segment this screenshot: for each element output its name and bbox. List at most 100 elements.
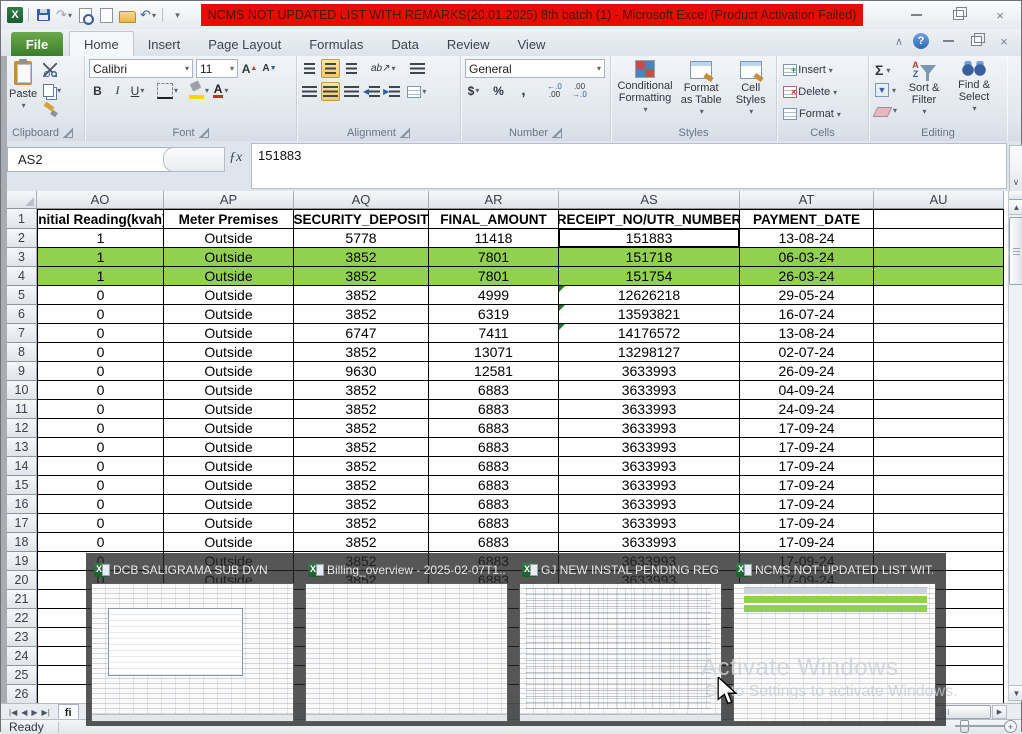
- cell-AQ14[interactable]: 3852: [294, 457, 429, 476]
- cell-AU7[interactable]: [874, 324, 1004, 343]
- col-header-AQ[interactable]: AQ: [294, 191, 429, 209]
- cell-AQ7[interactable]: 6747: [294, 324, 429, 343]
- col-header-AS[interactable]: AS: [559, 191, 740, 209]
- cell-AR4[interactable]: 7801: [429, 267, 559, 286]
- taskbar-thumbnail[interactable]: Billing_overview - 2025-02-07T1...: [305, 557, 508, 722]
- cell-AO10[interactable]: 0: [37, 381, 164, 400]
- top-align-button[interactable]: [301, 60, 318, 77]
- row-header-11[interactable]: 11: [7, 400, 37, 419]
- cell-AR1[interactable]: FINAL_AMOUNT: [429, 209, 559, 229]
- cell-AT13[interactable]: 17-09-24: [740, 438, 874, 457]
- cell-AS2[interactable]: 151883: [559, 229, 740, 248]
- cell-AQ11[interactable]: 3852: [294, 400, 429, 419]
- cell-AU2[interactable]: [874, 229, 1004, 248]
- tab-data[interactable]: Data: [377, 32, 432, 56]
- save-button[interactable]: [34, 6, 52, 24]
- underline-button[interactable]: U▾: [129, 82, 146, 99]
- cell-AS17[interactable]: 3633993: [559, 514, 740, 533]
- row-header-7[interactable]: 7: [7, 324, 37, 343]
- redo-icon[interactable]: ↷▾: [55, 6, 73, 24]
- cell-AR12[interactable]: 6883: [429, 419, 559, 438]
- orientation-button[interactable]: ab↗▾: [371, 60, 396, 77]
- restore-icon[interactable]: [945, 7, 971, 23]
- cell-AP8[interactable]: Outside: [164, 343, 294, 362]
- row-header-15[interactable]: 15: [7, 476, 37, 495]
- cell-AT8[interactable]: 02-07-24: [740, 343, 874, 362]
- increase-indent-button[interactable]: ▶: [383, 83, 400, 100]
- bottom-align-button[interactable]: [343, 60, 360, 77]
- cell-AU3[interactable]: [874, 248, 1004, 267]
- cell-AT17[interactable]: 17-09-24: [740, 514, 874, 533]
- cell-AP5[interactable]: Outside: [164, 286, 294, 305]
- cell-AP3[interactable]: Outside: [164, 248, 294, 267]
- cell-AT12[interactable]: 17-09-24: [740, 419, 874, 438]
- row-header-21[interactable]: 21: [7, 590, 37, 609]
- cell-AO16[interactable]: 0: [37, 495, 164, 514]
- col-header-AO[interactable]: AO: [37, 191, 164, 209]
- cell-AO1[interactable]: Initial Reading(kvah): [37, 209, 164, 229]
- cell-AR7[interactable]: 7411: [429, 324, 559, 343]
- zoom-slider-track[interactable]: [955, 725, 1005, 727]
- help-icon[interactable]: ?: [913, 33, 929, 49]
- cell-AQ9[interactable]: 9630: [294, 362, 429, 381]
- cell-AP10[interactable]: Outside: [164, 381, 294, 400]
- row-header-5[interactable]: 5: [7, 286, 37, 305]
- tab-review[interactable]: Review: [433, 32, 504, 56]
- find-select-button[interactable]: Find & Select▾: [949, 59, 999, 121]
- cell-AS15[interactable]: 3633993: [559, 476, 740, 495]
- cell-AT15[interactable]: 17-09-24: [740, 476, 874, 495]
- align-left-button[interactable]: [301, 83, 318, 100]
- cell-AU5[interactable]: [874, 286, 1004, 305]
- cell-AR11[interactable]: 6883: [429, 400, 559, 419]
- number-format-combo[interactable]: General▾: [465, 59, 605, 78]
- row-header-24[interactable]: 24: [7, 647, 37, 666]
- last-sheet-icon[interactable]: ▶|: [42, 708, 50, 717]
- cell-AS16[interactable]: 3633993: [559, 495, 740, 514]
- first-sheet-icon[interactable]: |◀: [9, 708, 17, 717]
- cell-AP18[interactable]: Outside: [164, 533, 294, 552]
- cell-AU18[interactable]: [874, 533, 1004, 552]
- cell-AT14[interactable]: 17-09-24: [740, 457, 874, 476]
- vertical-scrollbar[interactable]: ▲ ▼: [1008, 191, 1022, 701]
- cell-AQ4[interactable]: 3852: [294, 267, 429, 286]
- cell-AO14[interactable]: 0: [37, 457, 164, 476]
- undo-icon[interactable]: ↶▾: [139, 6, 157, 24]
- grow-font-button[interactable]: A▲: [241, 60, 258, 77]
- cell-AT10[interactable]: 04-09-24: [740, 381, 874, 400]
- cell-AP12[interactable]: Outside: [164, 419, 294, 438]
- row-header-1[interactable]: 1: [7, 209, 37, 229]
- cell-AS14[interactable]: 3633993: [559, 457, 740, 476]
- row-header-16[interactable]: 16: [7, 495, 37, 514]
- tab-file[interactable]: File: [11, 32, 63, 56]
- cell-AS11[interactable]: 3633993: [559, 400, 740, 419]
- cell-AT7[interactable]: 13-08-24: [740, 324, 874, 343]
- cell-AU4[interactable]: [874, 267, 1004, 286]
- cell-AO18[interactable]: 0: [37, 533, 164, 552]
- cell-AU1[interactable]: [874, 209, 1004, 229]
- cell-AS12[interactable]: 3633993: [559, 419, 740, 438]
- cell-AS3[interactable]: 151718: [559, 248, 740, 267]
- conditional-formatting-button[interactable]: Conditional Formatting▾: [615, 59, 675, 121]
- taskbar-thumbnail[interactable]: DCB SALIGRAMA SUB DVN: [91, 557, 294, 722]
- cell-AT9[interactable]: 26-09-24: [740, 362, 874, 381]
- cell-AQ16[interactable]: 3852: [294, 495, 429, 514]
- cell-AO3[interactable]: 1: [37, 248, 164, 267]
- new-document-icon[interactable]: [97, 6, 115, 24]
- sheet-tab[interactable]: fi: [58, 704, 79, 720]
- row-header-9[interactable]: 9: [7, 362, 37, 381]
- align-right-button[interactable]: [343, 83, 360, 100]
- cell-AU16[interactable]: [874, 495, 1004, 514]
- row-header-12[interactable]: 12: [7, 419, 37, 438]
- cell-AU12[interactable]: [874, 419, 1004, 438]
- cell-AU13[interactable]: [874, 438, 1004, 457]
- col-header-AP[interactable]: AP: [164, 191, 294, 209]
- cell-AP6[interactable]: Outside: [164, 305, 294, 324]
- cell-AR13[interactable]: 6883: [429, 438, 559, 457]
- taskbar-thumbnail[interactable]: GJ NEW INSTAL PENDING REG 0...: [519, 557, 722, 722]
- cell-AP16[interactable]: Outside: [164, 495, 294, 514]
- row-header-13[interactable]: 13: [7, 438, 37, 457]
- workbook-minimize-icon[interactable]: [939, 33, 957, 49]
- cell-AU9[interactable]: [874, 362, 1004, 381]
- cell-AQ12[interactable]: 3852: [294, 419, 429, 438]
- tab-home[interactable]: Home: [69, 31, 134, 56]
